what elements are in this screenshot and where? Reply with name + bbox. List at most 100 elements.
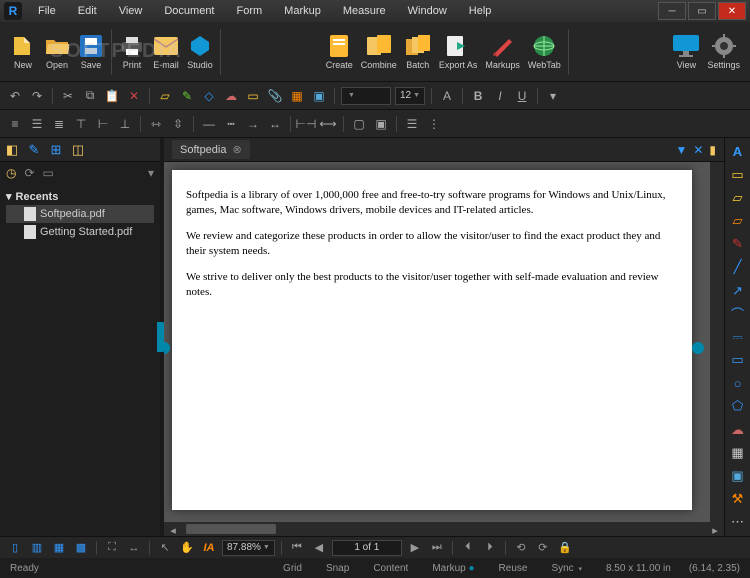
rtool-highlight-icon[interactable]: ▱ bbox=[728, 188, 748, 207]
list-icon[interactable]: ☰ bbox=[403, 115, 421, 133]
menu-form[interactable]: Form bbox=[227, 3, 273, 19]
copy-icon[interactable]: ⧉ bbox=[81, 87, 99, 105]
dim-icon[interactable]: ⊢⊣ bbox=[297, 115, 315, 133]
email-button[interactable]: E-mail bbox=[149, 32, 183, 71]
recents-header[interactable]: ▾ Recents bbox=[6, 188, 154, 205]
align-middle-icon[interactable]: ⊢ bbox=[94, 115, 112, 133]
combine-button[interactable]: Combine bbox=[357, 32, 401, 71]
tab-thumbs-icon[interactable]: ⊞ bbox=[48, 142, 64, 158]
zoom-tool-icon[interactable]: IA bbox=[200, 540, 218, 556]
redo-icon[interactable]: ↷ bbox=[28, 87, 46, 105]
cloud-icon[interactable]: ☁ bbox=[222, 87, 240, 105]
text-style-icon[interactable]: A bbox=[438, 87, 456, 105]
rtool-stamp-icon[interactable]: ▦ bbox=[728, 443, 748, 462]
line-arrow-icon[interactable]: → bbox=[244, 115, 262, 133]
batch-button[interactable]: Batch bbox=[401, 32, 435, 71]
align-left-icon[interactable]: ≡ bbox=[6, 115, 24, 133]
menu-markup[interactable]: Markup bbox=[274, 3, 331, 19]
page-handle-right-icon[interactable] bbox=[692, 342, 704, 354]
select-tool-icon[interactable]: ↖ bbox=[156, 540, 174, 556]
tab-bookmarks-icon[interactable]: ✎ bbox=[26, 142, 42, 158]
rtool-polyline-icon[interactable]: ⎓ bbox=[728, 327, 748, 346]
zoom-combo[interactable]: 87.88%▼ bbox=[222, 540, 275, 556]
last-page-icon[interactable]: ⏭ bbox=[428, 540, 446, 556]
subtab-folder-icon[interactable]: ▭ bbox=[43, 166, 54, 180]
prev-page-icon[interactable]: ◀ bbox=[310, 540, 328, 556]
view-cont-icon[interactable]: ▥ bbox=[28, 540, 46, 556]
image-icon[interactable]: ▣ bbox=[310, 87, 328, 105]
horizontal-scrollbar[interactable] bbox=[182, 522, 706, 536]
rtool-rect-icon[interactable]: ▭ bbox=[728, 351, 748, 370]
status-snap-toggle[interactable]: Snap bbox=[326, 563, 349, 574]
scroll-right-icon[interactable]: ▸ bbox=[706, 522, 724, 538]
delete-icon[interactable]: ✕ bbox=[125, 87, 143, 105]
status-grid-toggle[interactable]: Grid bbox=[283, 563, 302, 574]
document-tab[interactable]: Softpedia ⊗ bbox=[172, 140, 250, 159]
status-content-toggle[interactable]: Content bbox=[373, 563, 408, 574]
rtool-arrow-icon[interactable]: ↗ bbox=[728, 281, 748, 300]
markups-button[interactable]: Markups bbox=[481, 32, 524, 71]
attach-icon[interactable]: 📎 bbox=[266, 87, 284, 105]
page-handle-left-icon[interactable] bbox=[164, 342, 170, 354]
align-right-icon[interactable]: ≣ bbox=[50, 115, 68, 133]
italic-button[interactable]: I bbox=[491, 87, 509, 105]
font-size-combo[interactable]: 12▼ bbox=[395, 87, 425, 105]
tab-close-all-icon[interactable]: ✕ bbox=[693, 143, 703, 157]
menu-help[interactable]: Help bbox=[459, 3, 502, 19]
pen-icon[interactable]: ✎ bbox=[178, 87, 196, 105]
undo-icon[interactable]: ↶ bbox=[6, 87, 24, 105]
dim2-icon[interactable]: ⟷ bbox=[319, 115, 337, 133]
rotate-cw-icon[interactable]: ⟳ bbox=[534, 540, 552, 556]
align-center-icon[interactable]: ☰ bbox=[28, 115, 46, 133]
subtab-menu-icon[interactable]: ▾ bbox=[148, 166, 154, 180]
line-dash-icon[interactable]: ┅ bbox=[222, 115, 240, 133]
align-top-icon[interactable]: ⊤ bbox=[72, 115, 90, 133]
status-sync-toggle[interactable]: Sync ▾ bbox=[551, 563, 582, 574]
menu-window[interactable]: Window bbox=[398, 3, 457, 19]
new-button[interactable]: New bbox=[6, 32, 40, 71]
minimize-button[interactable]: ─ bbox=[658, 2, 686, 20]
prev-view-icon[interactable]: ⏴ bbox=[459, 540, 477, 556]
rtool-text-icon[interactable]: A bbox=[728, 142, 748, 161]
rtool-pen-icon[interactable]: ✎ bbox=[728, 235, 748, 254]
menu-document[interactable]: Document bbox=[154, 3, 224, 19]
create-button[interactable]: Create bbox=[322, 32, 357, 71]
view-single-icon[interactable]: ▯ bbox=[6, 540, 24, 556]
next-page-icon[interactable]: ▶ bbox=[406, 540, 424, 556]
fit-page-icon[interactable]: ⛶ bbox=[103, 540, 121, 556]
shape-icon[interactable]: ◇ bbox=[200, 87, 218, 105]
webtab-button[interactable]: WebTab bbox=[524, 32, 565, 71]
maximize-button[interactable]: ▭ bbox=[688, 2, 716, 20]
subtab-icon[interactable]: ◷ bbox=[6, 166, 16, 180]
underline-button[interactable]: U bbox=[513, 87, 531, 105]
hand-tool-icon[interactable]: ✋ bbox=[178, 540, 196, 556]
open-button[interactable]: Open bbox=[40, 32, 74, 71]
rtool-arc-icon[interactable]: ⌒ bbox=[728, 304, 748, 323]
view-button[interactable]: View bbox=[669, 32, 703, 71]
dist-h-icon[interactable]: ⇿ bbox=[147, 115, 165, 133]
menu-edit[interactable]: Edit bbox=[68, 3, 107, 19]
tab-layers-icon[interactable]: ◫ bbox=[70, 142, 86, 158]
border-icon[interactable]: ▢ bbox=[350, 115, 368, 133]
scroll-left-icon[interactable]: ◂ bbox=[164, 522, 182, 538]
document-viewport[interactable]: Softpedia is a library of over 1,000,000… bbox=[164, 162, 724, 522]
border2-icon[interactable]: ▣ bbox=[372, 115, 390, 133]
cut-icon[interactable]: ✂ bbox=[59, 87, 77, 105]
subtab-refresh-icon[interactable]: ⟳ bbox=[24, 166, 34, 180]
list2-icon[interactable]: ⋮ bbox=[425, 115, 443, 133]
menu-view[interactable]: View bbox=[109, 3, 153, 19]
save-button[interactable]: Save bbox=[74, 32, 108, 71]
exportas-button[interactable]: Export As bbox=[435, 32, 482, 71]
menu-file[interactable]: File bbox=[28, 3, 66, 19]
print-button[interactable]: Print bbox=[115, 32, 149, 71]
dist-v-icon[interactable]: ⇳ bbox=[169, 115, 187, 133]
rtool-more-icon[interactable]: ⋯ bbox=[728, 513, 748, 532]
rtool-cloud-icon[interactable]: ☁ bbox=[728, 420, 748, 439]
view-cover-icon[interactable]: ▩ bbox=[72, 540, 90, 556]
first-page-icon[interactable]: ⏮ bbox=[288, 540, 306, 556]
tab-more-icon[interactable]: ▮ bbox=[709, 143, 716, 157]
file-item-getting-started[interactable]: Getting Started.pdf bbox=[6, 223, 154, 241]
settings-button[interactable]: Settings bbox=[703, 32, 744, 71]
rtool-ellipse-icon[interactable]: ○ bbox=[728, 374, 748, 393]
menu-measure[interactable]: Measure bbox=[333, 3, 396, 19]
